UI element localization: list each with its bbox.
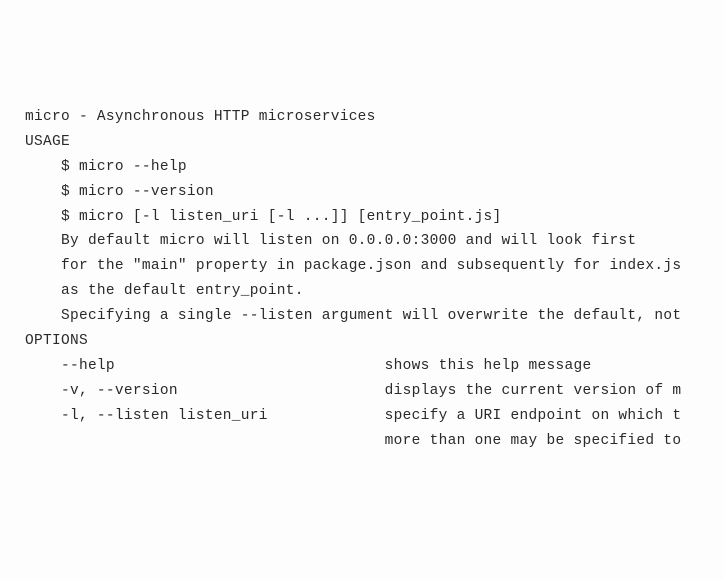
help-output: micro - Asynchronous HTTP microservicesU…	[25, 105, 724, 454]
help-line: for the "main" property in package.json …	[25, 254, 724, 279]
help-line: Specifying a single --listen argument wi…	[25, 304, 724, 329]
help-line: $ micro [-l listen_uri [-l ...]] [entry_…	[25, 205, 724, 230]
help-line: $ micro --help	[25, 155, 724, 180]
help-line: as the default entry_point.	[25, 279, 724, 304]
help-line: micro - Asynchronous HTTP microservices	[25, 105, 724, 130]
help-line: more than one may be specified to	[25, 429, 724, 454]
help-line: $ micro --version	[25, 180, 724, 205]
help-line: By default micro will listen on 0.0.0.0:…	[25, 229, 724, 254]
help-line: -v, --version displays the current versi…	[25, 379, 724, 404]
help-line: -l, --listen listen_uri specify a URI en…	[25, 404, 724, 429]
help-line: USAGE	[25, 130, 724, 155]
help-line: --help shows this help message	[25, 354, 724, 379]
help-line: OPTIONS	[25, 329, 724, 354]
